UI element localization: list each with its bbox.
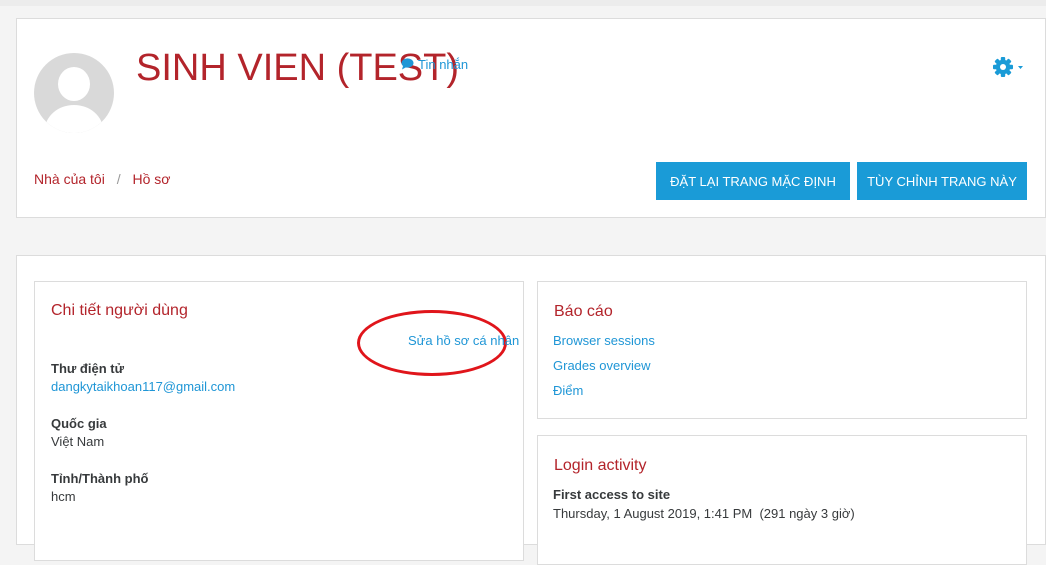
profile-header: SINH VIEN (TEST) Tin nhắn Nhà của tôi / … [16,18,1046,218]
city-label: Tỉnh/Thành phố [51,471,149,486]
report-link-grades[interactable]: Điểm [553,383,583,398]
country-value: Việt Nam [51,434,105,449]
reset-page-button[interactable]: ĐẶT LẠI TRANG MẶC ĐỊNH [656,162,850,200]
breadcrumb-profile[interactable]: Hồ sơ [133,171,171,187]
reports-panel: Báo cáo Browser sessions Grades overview… [537,281,1027,419]
avatar [34,53,114,133]
chevron-down-icon [1018,66,1023,69]
profile-content: Chi tiết người dùng Sửa hồ sơ cá nhân Th… [16,255,1046,565]
city-value: hcm [51,489,76,504]
gear-icon [993,57,1023,77]
breadcrumb: Nhà của tôi / Hồ sơ [34,171,170,187]
reports-title: Báo cáo [554,303,613,320]
first-access-label: First access to site [553,487,671,502]
speech-bubble-icon [401,58,414,70]
breadcrumb-separator: / [116,171,121,187]
settings-menu[interactable] [992,55,1028,84]
login-activity-panel: Login activity First access to site Thur… [537,435,1027,565]
email-value[interactable]: dangkytaikhoan117@gmail.com [51,379,235,394]
report-link-grades-overview[interactable]: Grades overview [553,358,651,373]
user-details-title: Chi tiết người dùng [51,302,188,319]
email-label: Thư điện tử [51,361,124,376]
user-details-panel: Chi tiết người dùng Sửa hồ sơ cá nhân Th… [34,281,524,561]
customize-page-button[interactable]: TÙY CHỈNH TRANG NÀY [857,162,1027,200]
first-access-value: Thursday, 1 August 2019, 1:41 PM (291 ng… [553,506,855,521]
edit-profile-link[interactable]: Sửa hồ sơ cá nhân [408,333,519,348]
breadcrumb-home[interactable]: Nhà của tôi [34,171,105,187]
country-label: Quốc gia [51,416,107,431]
report-link-browser-sessions[interactable]: Browser sessions [553,333,655,348]
message-link[interactable]: Tin nhắn [401,57,468,72]
message-link-label: Tin nhắn [418,57,469,72]
login-activity-title: Login activity [554,457,647,474]
top-strip [0,0,1046,6]
